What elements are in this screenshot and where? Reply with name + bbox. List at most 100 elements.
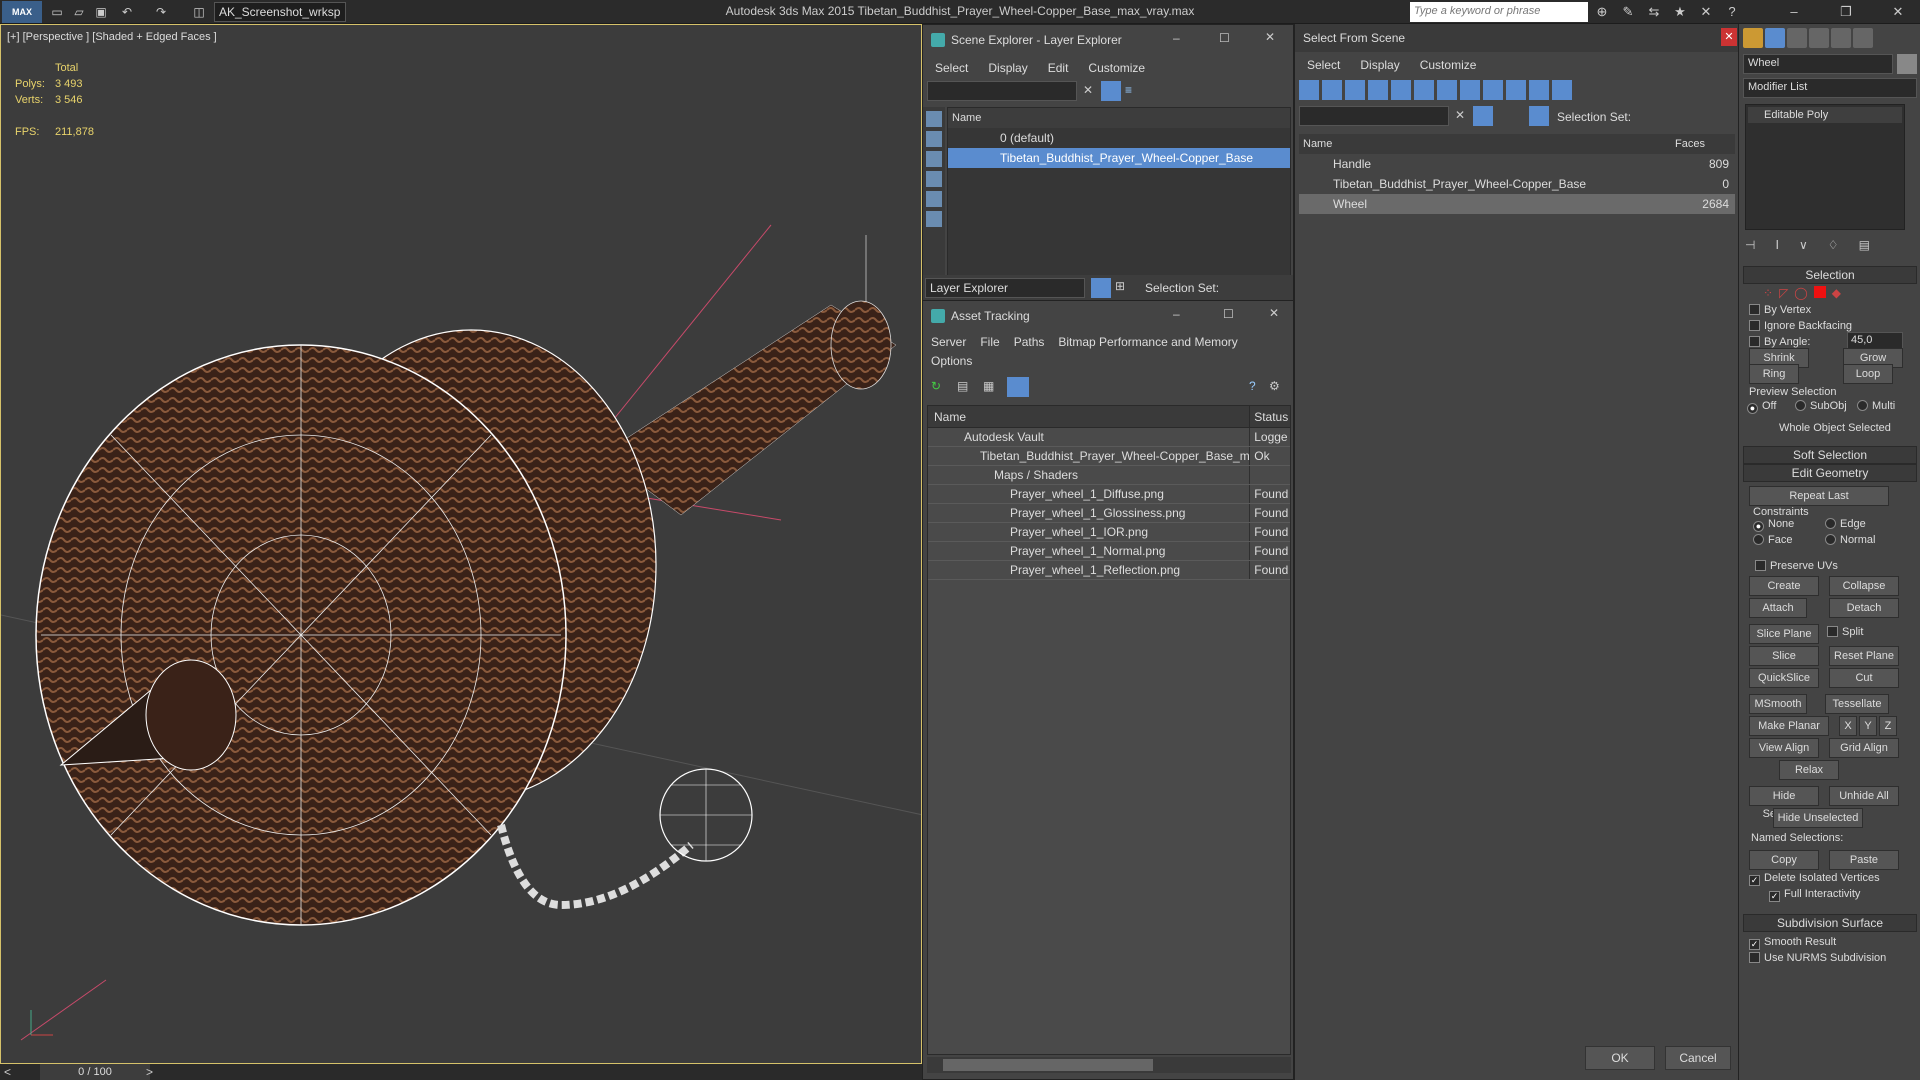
display-geometry-icon[interactable] [1299,80,1319,100]
make-planar-button[interactable]: Make Planar [1749,716,1829,736]
repeat-last-button[interactable]: Repeat Last [1749,486,1889,506]
ring-button[interactable]: Ring [1749,364,1799,384]
scene-search-input[interactable] [927,81,1077,101]
preview-off-radio[interactable]: ● Off [1747,400,1776,414]
column-header-name[interactable]: Name [928,406,1251,427]
minimize-icon[interactable]: – [1784,3,1804,21]
menu-select[interactable]: Select [1307,58,1340,72]
menu-server[interactable]: Server [931,335,966,349]
smooth-result-checkbox[interactable]: ✓ Smooth Result [1749,936,1836,950]
layer-row-prayer-wheel[interactable]: Tibetan_Buddhist_Prayer_Wheel-Copper_Bas… [948,148,1290,168]
close-icon[interactable]: ✕ [1269,306,1279,320]
split-checkbox[interactable]: Split [1827,626,1863,638]
loop-button[interactable]: Loop [1843,364,1893,384]
open-file-icon[interactable]: ▱ [70,3,88,21]
close-x-icon[interactable]: ✕ [1696,3,1716,21]
tools-icon[interactable]: ✎ [1618,3,1638,21]
new-file-icon[interactable]: ▭ [48,3,66,21]
save-icon[interactable]: ▣ [92,3,110,21]
next-frame-icon[interactable]: > [146,1065,153,1079]
help-icon[interactable]: ? [1249,379,1256,393]
display-spacewarps-icon[interactable] [926,211,942,227]
menu-edit[interactable]: Edit [1048,61,1069,75]
preserve-uvs-checkbox[interactable]: Preserve UVs [1755,560,1838,572]
display-frozen-icon[interactable] [1529,80,1549,100]
window-close-icon[interactable]: ✕ [1888,3,1908,21]
perspective-viewport[interactable]: [+] [Perspective ] [Shaded + Edged Faces… [0,24,922,1064]
menu-customize[interactable]: Customize [1088,61,1145,75]
display-cameras-icon[interactable] [926,171,942,187]
quickslice-button[interactable]: QuickSlice [1749,668,1819,688]
hierarchy-icon[interactable]: ⊞ [1115,279,1125,293]
search-input[interactable]: Type a keyword or phrase [1410,2,1588,22]
display-tab-icon[interactable] [1831,28,1851,48]
menu-display[interactable]: Display [1360,58,1399,72]
display-lights-icon[interactable] [1345,80,1365,100]
filter-icon[interactable] [1101,81,1121,101]
element-icon[interactable]: ◆ [1832,286,1841,300]
configure-sets-icon[interactable]: ▤ [1859,238,1870,252]
prev-frame-icon[interactable]: < [4,1065,11,1079]
hierarchy-icon[interactable] [1529,106,1549,126]
maximize-icon[interactable]: ☐ [1223,307,1234,321]
polygon-icon[interactable] [1813,286,1826,298]
edit-geometry-rollout-header[interactable]: Edit Geometry [1743,464,1917,482]
menu-display[interactable]: Display [988,61,1027,75]
menu-options[interactable]: Options [931,354,972,368]
create-tab-icon[interactable] [1743,28,1763,48]
time-slider[interactable]: < 0 / 100 > [0,1064,922,1080]
use-nurms-checkbox[interactable]: Use NURMS Subdivision [1749,952,1886,964]
asset-row-normal[interactable]: Prayer_wheel_1_Normal.png Found [928,542,1290,561]
preview-subobj-radio[interactable]: SubObj [1795,400,1847,412]
by-vertex-checkbox[interactable]: By Vertex [1749,304,1811,316]
minimize-icon[interactable]: – [1173,31,1180,45]
relax-button[interactable]: Relax [1779,760,1839,780]
workspace-dropdown[interactable]: AK_Screenshot_wrksp [214,2,346,22]
menu-file[interactable]: File [980,335,999,349]
display-spacewarps-icon[interactable] [1414,80,1434,100]
object-row-handle[interactable]: Handle 809 [1299,154,1735,174]
slice-plane-button[interactable]: Slice Plane [1749,624,1819,644]
display-containers-icon[interactable] [1506,80,1526,100]
constraint-none-radio[interactable]: ● None [1753,518,1794,532]
delete-isolated-checkbox[interactable]: ✓ Delete Isolated Vertices [1749,872,1880,886]
paste-button[interactable]: Paste [1829,850,1899,870]
hide-unselected-button[interactable]: Hide Unselected [1773,808,1863,828]
preview-multi-radio[interactable]: Multi [1857,400,1895,412]
select-search-input[interactable] [1299,106,1449,126]
detach-button[interactable]: Detach [1829,598,1899,618]
slice-button[interactable]: Slice [1749,646,1819,666]
display-bones-icon[interactable] [1483,80,1503,100]
hide-selected-button[interactable]: Hide Selected [1749,786,1819,820]
reset-plane-button[interactable]: Reset Plane [1829,646,1899,666]
ignore-backfacing-checkbox[interactable]: Ignore Backfacing [1749,320,1852,332]
utilities-tab-icon[interactable] [1853,28,1873,48]
thumbnail-view-icon[interactable]: ▦ [983,379,994,393]
asset-row-ior[interactable]: Prayer_wheel_1_IOR.png Found [928,523,1290,542]
layer-sort-icon[interactable]: ≡ [1125,83,1132,97]
redo-icon[interactable]: ↷ [152,3,170,21]
scrollbar-thumb[interactable] [943,1059,1153,1071]
constraint-normal-radio[interactable]: Normal [1825,534,1875,546]
hierarchy-tab-icon[interactable] [1787,28,1807,48]
object-row-wheel[interactable]: Wheel 2684 [1299,194,1735,214]
object-row-prayer-wheel-base[interactable]: Tibetan_Buddhist_Prayer_Wheel-Copper_Bas… [1299,174,1735,194]
selection-rollout-header[interactable]: Selection [1743,266,1917,284]
column-header-name[interactable]: Name [1299,134,1675,154]
display-hidden-icon[interactable] [1552,80,1572,100]
planar-x-button[interactable]: X [1839,716,1857,736]
menu-bitmap-performance[interactable]: Bitmap Performance and Memory [1058,335,1237,349]
constraint-face-radio[interactable]: Face [1753,534,1792,546]
clear-search-icon[interactable]: ✕ [1083,83,1093,97]
by-angle-checkbox[interactable]: By Angle: [1749,336,1810,348]
time-slider-handle[interactable]: 0 / 100 [40,1064,150,1080]
help-icon[interactable]: ? [1722,3,1742,21]
msmooth-button[interactable]: MSmooth [1749,694,1807,714]
edge-icon[interactable]: ◸ [1779,286,1788,300]
cut-button[interactable]: Cut [1829,668,1899,688]
asset-row-max-file[interactable]: Tibetan_Buddhist_Prayer_Wheel-Copper_Bas… [928,447,1290,466]
make-unique-icon[interactable]: ∨ [1799,238,1808,252]
object-color-swatch[interactable] [1897,54,1917,74]
modifier-list-dropdown[interactable]: Modifier List [1743,78,1917,98]
vertex-icon[interactable]: ⁘ [1763,286,1773,300]
